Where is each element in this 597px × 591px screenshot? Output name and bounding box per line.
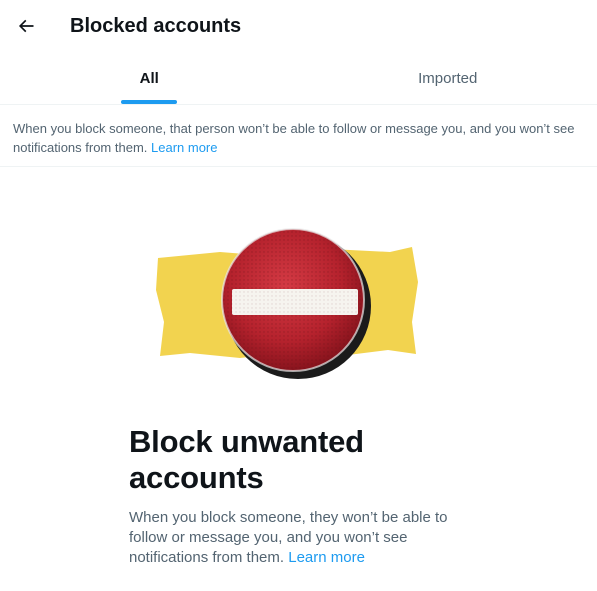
tab-imported-label: Imported: [418, 70, 478, 87]
empty-state-title: Block unwanted accounts: [129, 424, 364, 495]
active-tab-indicator: [121, 100, 178, 104]
info-banner: When you block someone, that person won’…: [0, 105, 597, 167]
header: Blocked accounts: [0, 0, 597, 53]
info-learn-more-link[interactable]: Learn more: [151, 140, 217, 155]
page-title: Blocked accounts: [70, 15, 242, 37]
info-text: When you block someone, that person won’…: [13, 121, 575, 155]
tab-all[interactable]: All: [0, 53, 299, 104]
empty-state-description: When you block someone, they won’t be ab…: [129, 508, 469, 568]
empty-state-learn-more-link[interactable]: Learn more: [288, 549, 365, 566]
back-button[interactable]: [8, 8, 44, 44]
tab-all-label: All: [139, 70, 159, 87]
empty-state: Block unwanted accounts When you block s…: [129, 424, 469, 568]
tab-bar: All Imported: [0, 53, 597, 105]
arrow-left-icon: [18, 19, 34, 33]
no-entry-sign-icon: [150, 222, 450, 388]
tab-imported[interactable]: Imported: [299, 53, 597, 104]
